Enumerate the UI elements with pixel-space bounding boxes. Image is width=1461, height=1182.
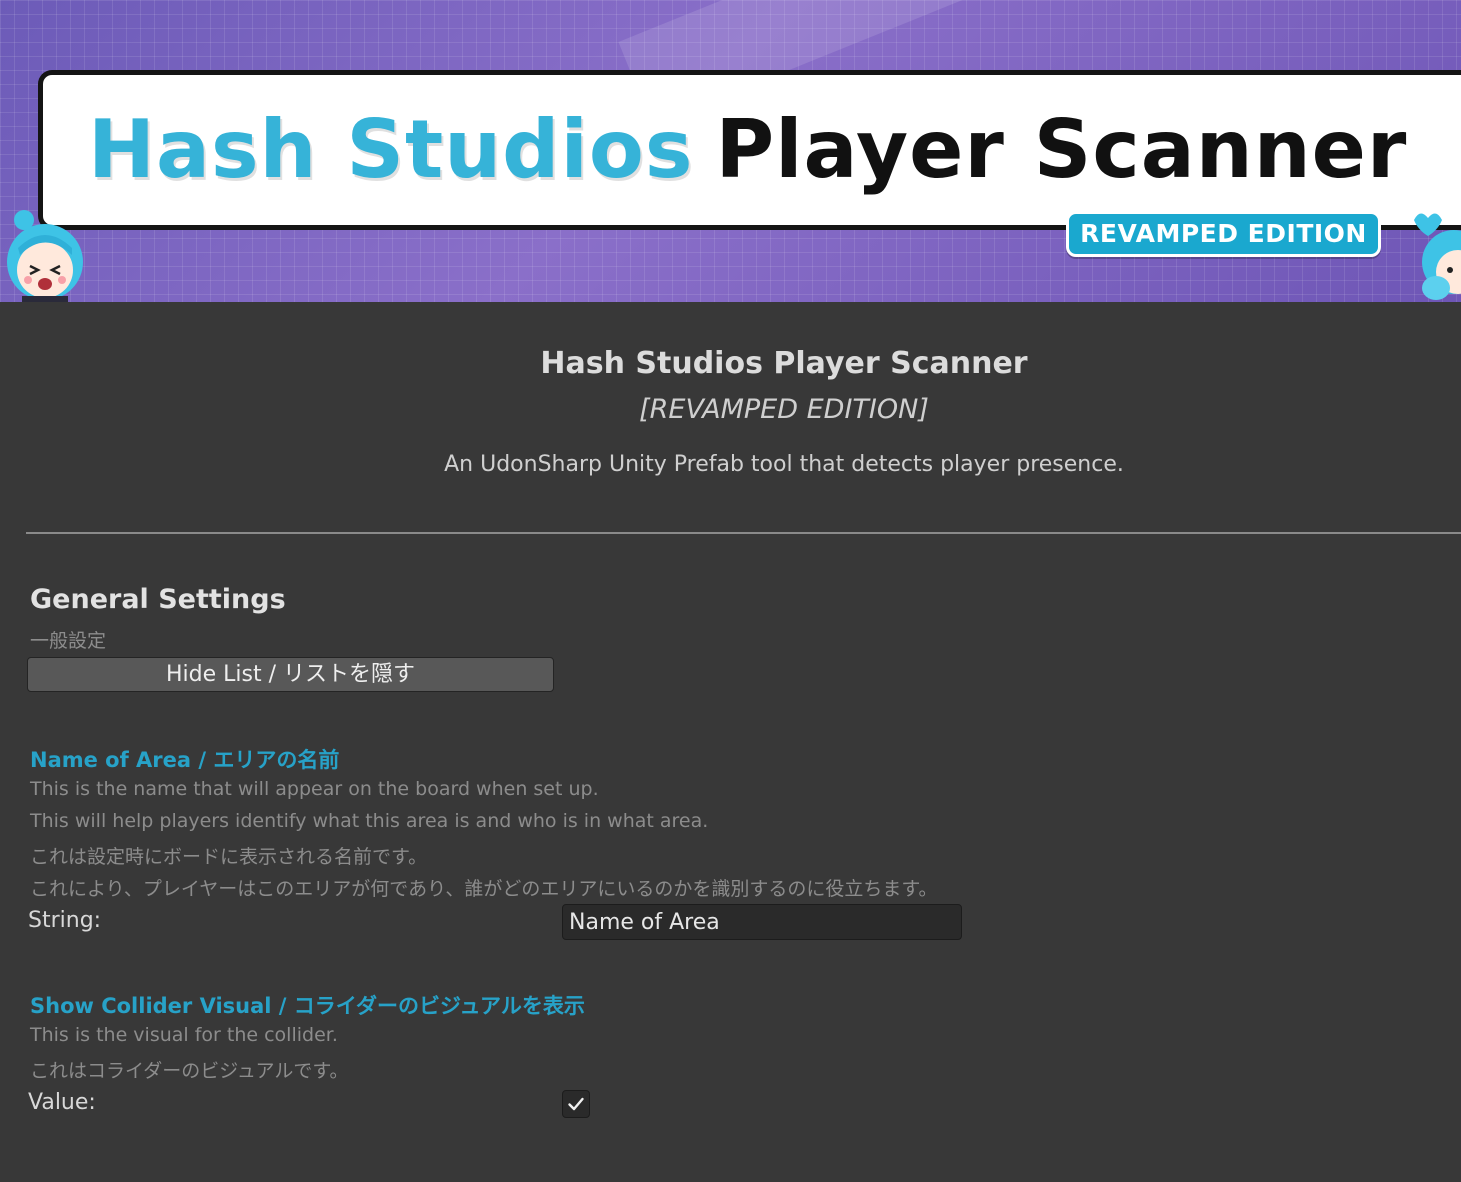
general-settings-title: General Settings (30, 584, 286, 615)
value-field-label: Value: (28, 1090, 96, 1115)
string-field-label: String: (28, 908, 102, 933)
checkmark-icon (568, 1097, 584, 1111)
name-of-area-help-line: This will help players identify what thi… (30, 810, 709, 832)
header-banner: Hash Studios Player Scanner REVAMPED EDIT… (0, 0, 1461, 302)
name-of-area-input[interactable] (562, 904, 962, 940)
inspector-subtitle: [REVAMPED EDITION] (639, 394, 929, 425)
banner-title: Hash Studios Player Scanner (88, 100, 1407, 200)
mascot-right-icon (1414, 213, 1461, 300)
name-of-area-help-line: This is the name that will appear on the… (30, 778, 599, 800)
inspector-title: Hash Studios Player Scanner (540, 346, 1028, 381)
collider-visual-help-line: This is the visual for the collider. (30, 1024, 338, 1046)
inspector-window: Hash Studios Player Scanner REVAMPED EDIT… (0, 0, 1461, 1182)
hide-list-button[interactable]: Hide List / リストを隠す (27, 657, 554, 692)
mascot-left-icon (7, 210, 83, 302)
show-collider-visual-checkbox[interactable] (562, 1090, 590, 1118)
general-settings-subtitle: 一般設定 (30, 630, 107, 652)
name-of-area-label: Name of Area / エリアの名前 (30, 748, 340, 772)
name-of-area-help-line: これは設定時にボードに表示される名前です。 (30, 846, 428, 868)
name-of-area-help-line: これにより、プレイヤーはこのエリアが何であり、誰がどのエリアにいるのかを識別する… (30, 878, 938, 900)
section-divider (26, 532, 1461, 534)
show-collider-visual-label: Show Collider Visual / コライダーのビジュアルを表示 (30, 994, 585, 1018)
collider-visual-help-line: これはコライダーのビジュアルです。 (30, 1060, 349, 1082)
banner-title-product: Player Scanner (715, 103, 1408, 196)
inspector-description: An UdonSharp Unity Prefab tool that dete… (444, 452, 1124, 477)
edition-badge: REVAMPED EDITION (1066, 211, 1381, 257)
banner-title-brand: Hash Studios (88, 103, 694, 196)
